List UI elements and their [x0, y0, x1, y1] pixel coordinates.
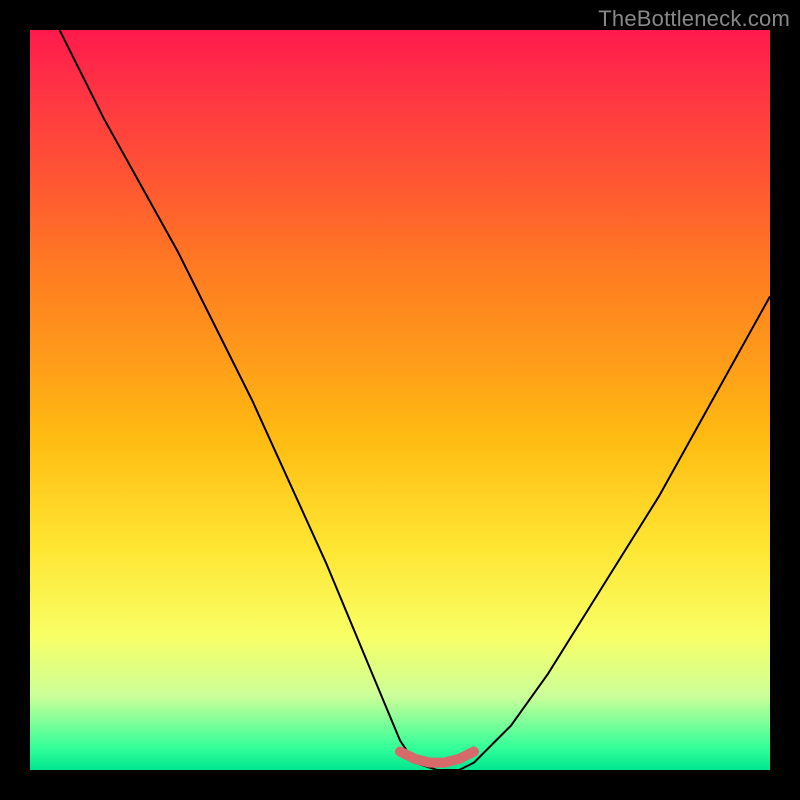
curve-svg — [30, 30, 770, 770]
plot-area — [30, 30, 770, 770]
chart-frame: TheBottleneck.com — [0, 0, 800, 800]
bottleneck-curve — [60, 30, 770, 770]
watermark-text: TheBottleneck.com — [598, 6, 790, 32]
trough-highlight — [400, 752, 474, 763]
